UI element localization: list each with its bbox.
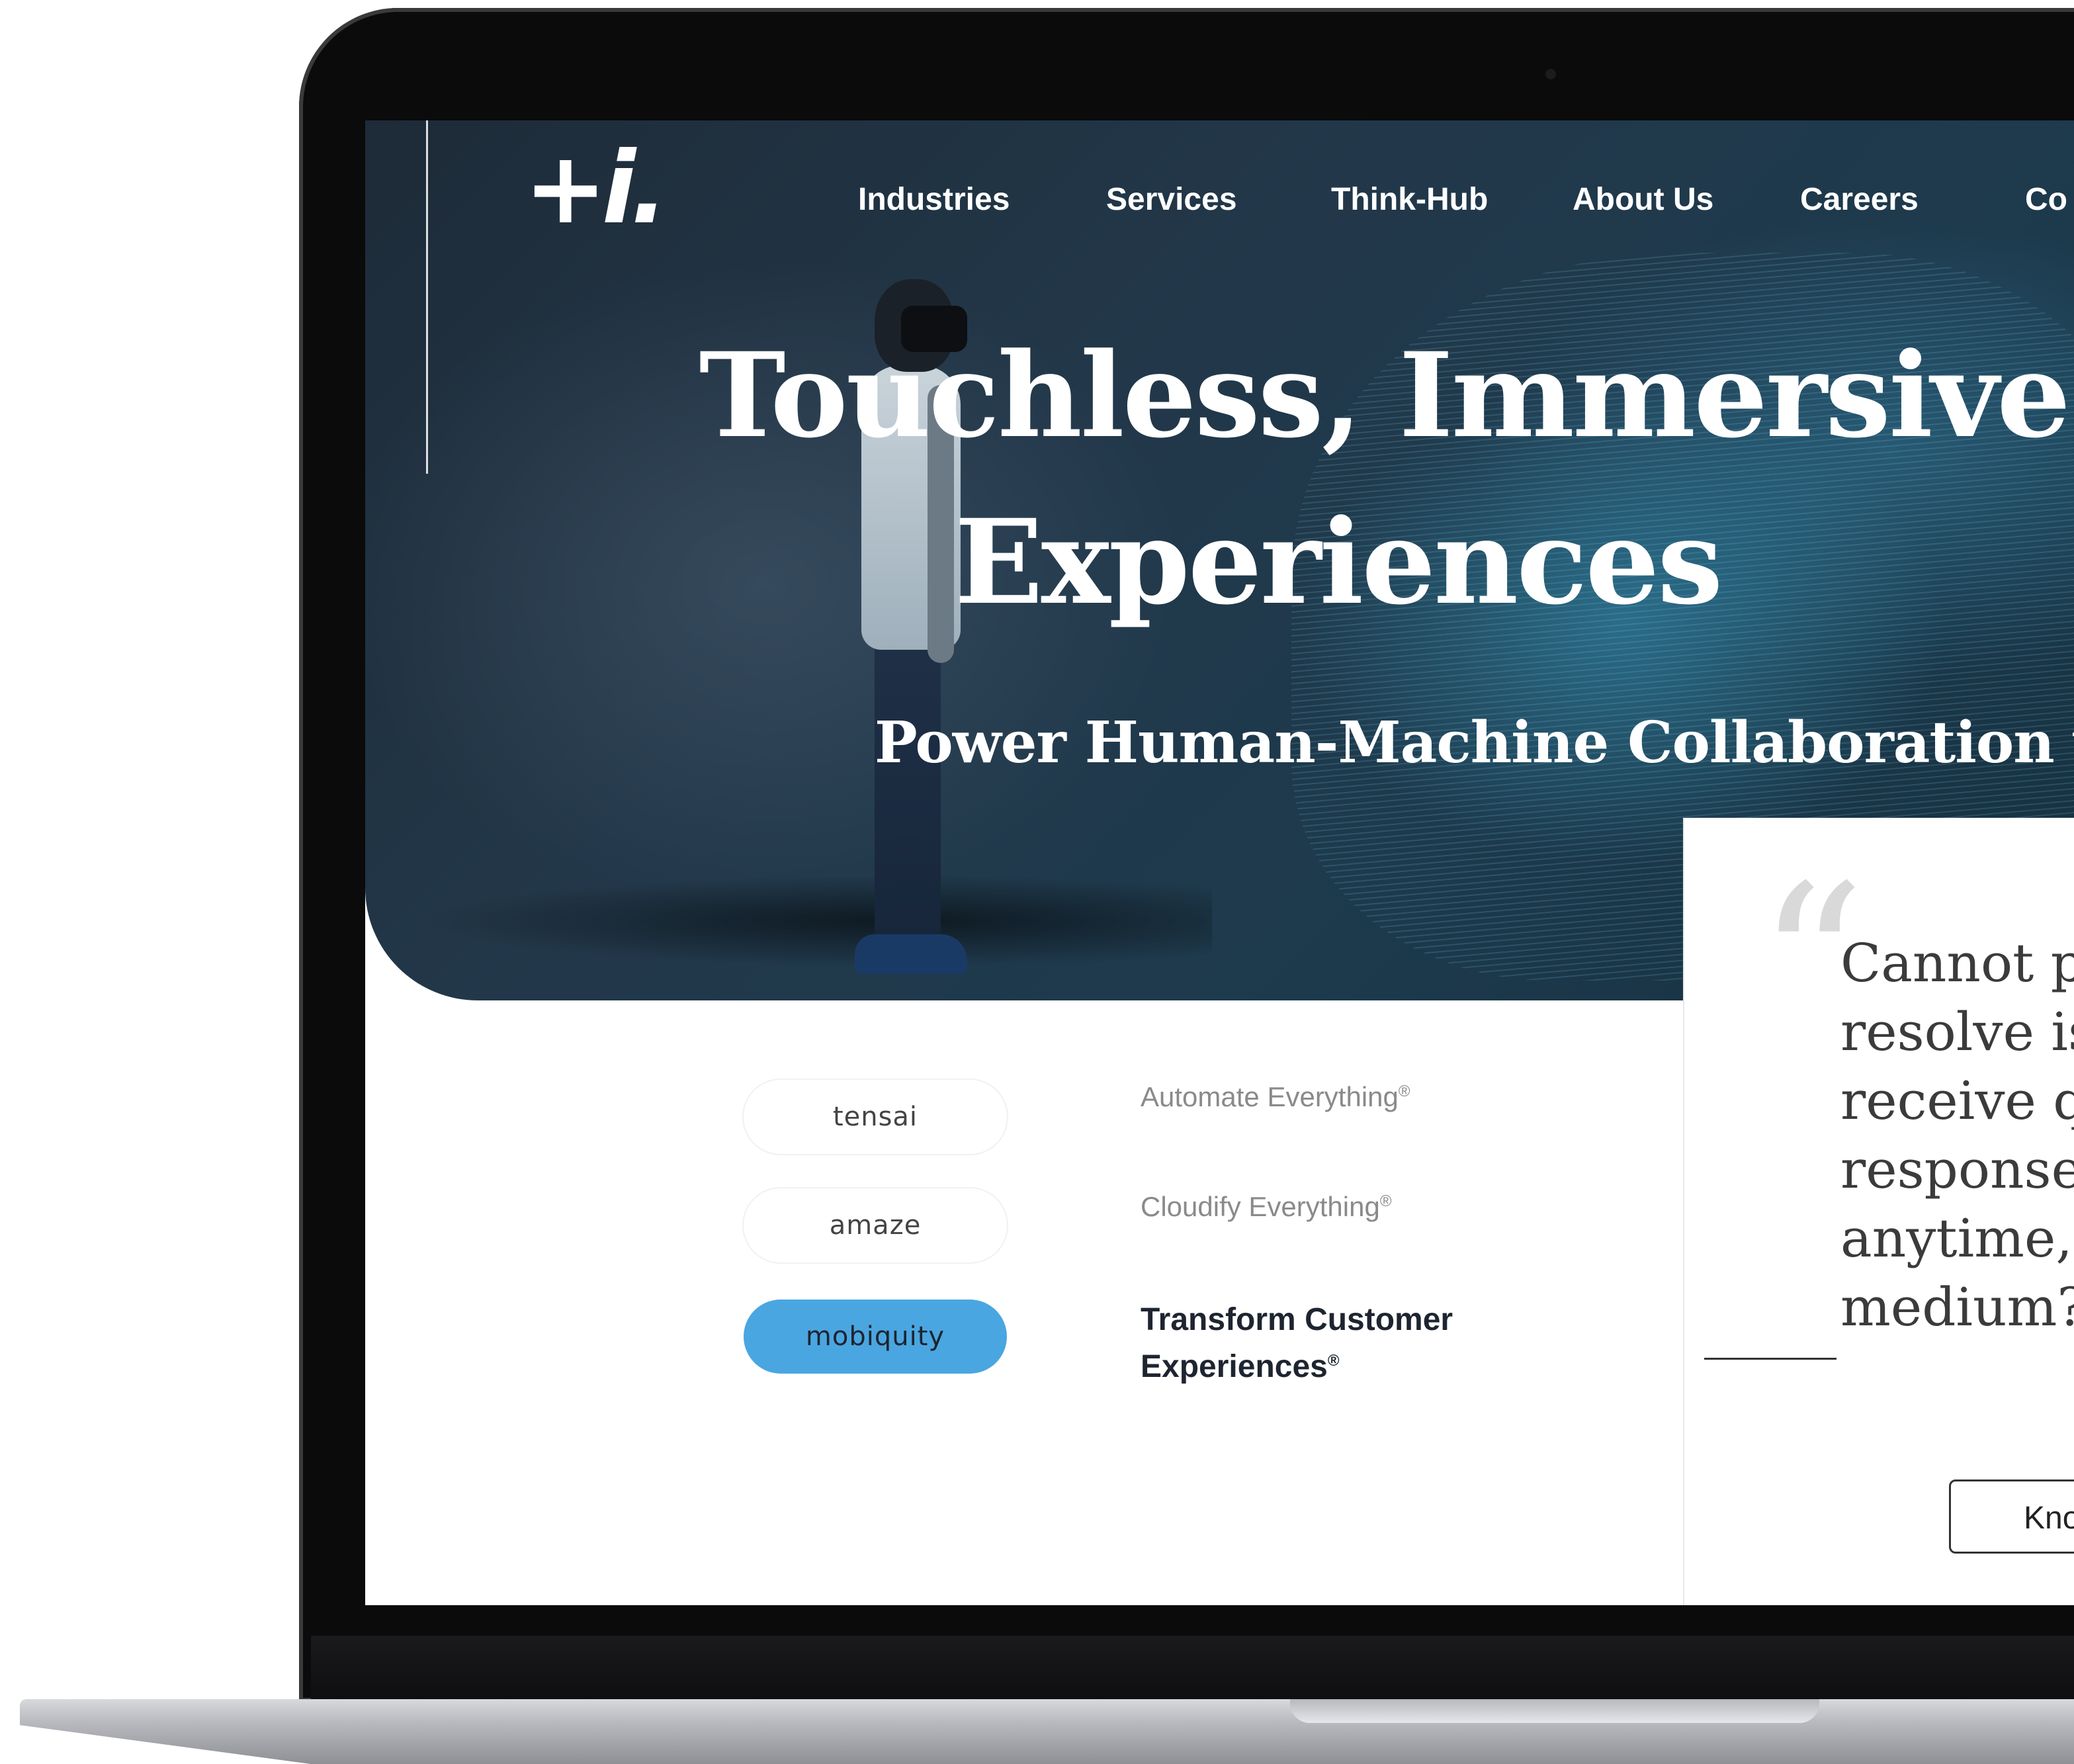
nav-item-careers[interactable]: Careers [1800,173,1919,226]
nav-item-about-us[interactable]: About Us [1573,173,1713,226]
hero-title-line-2: Experiences [954,494,1723,631]
nav-item-industries[interactable]: Industries [858,173,1010,226]
registered-mark: ® [1379,1192,1392,1210]
hero-subtitle: Power Human-Machine Collaboration wi [875,709,2074,776]
nav-item-services[interactable]: Services [1106,173,1237,226]
registered-mark: ® [1398,1082,1410,1100]
tagline-cloudify[interactable]: Cloudify Everything® [1141,1191,1392,1223]
tagline-automate[interactable]: Automate Everything® [1141,1081,1410,1113]
hero-title: Touchless, Immersive Cu Experiences [564,312,2074,646]
know-more-button[interactable]: Kno [1949,1479,2074,1554]
laptop-hinge [311,1636,2074,1702]
tagline-transform[interactable]: Transform Customer Experiences® [1141,1300,1498,1388]
tagline-text: Transform Customer Experiences [1141,1302,1453,1384]
floor-shadow [418,875,1212,967]
tagline-text: Automate Everything [1141,1081,1399,1112]
product-pill-tensai[interactable]: tensai [744,1080,1007,1154]
card-divider [1704,1358,1836,1360]
product-pill-amaze[interactable]: amaze [744,1188,1007,1262]
device-mockup: +i. Industries Services Think-Hub About … [0,0,2074,1764]
nav-item-contact[interactable]: Co [2025,173,2067,226]
camera-icon [1545,69,1556,79]
tagline-text: Cloudify Everything [1141,1191,1380,1222]
website-screen: +i. Industries Services Think-Hub About … [365,120,2074,1605]
product-pill-mobiquity[interactable]: mobiquity [744,1300,1007,1374]
site-logo[interactable]: +i. [524,139,668,238]
registered-mark: ® [1327,1352,1340,1370]
side-divider [426,120,428,474]
hero-title-line-1: Touchless, Immersive Cu [699,327,2074,464]
laptop-notch [1290,1699,1819,1723]
testimonial-card: “ Cannot pl resolve is receive qu respon… [1684,818,2074,1605]
testimonial-text: Cannot pl resolve is receive qu response… [1840,932,2074,1338]
nav-item-think-hub[interactable]: Think-Hub [1331,173,1488,226]
